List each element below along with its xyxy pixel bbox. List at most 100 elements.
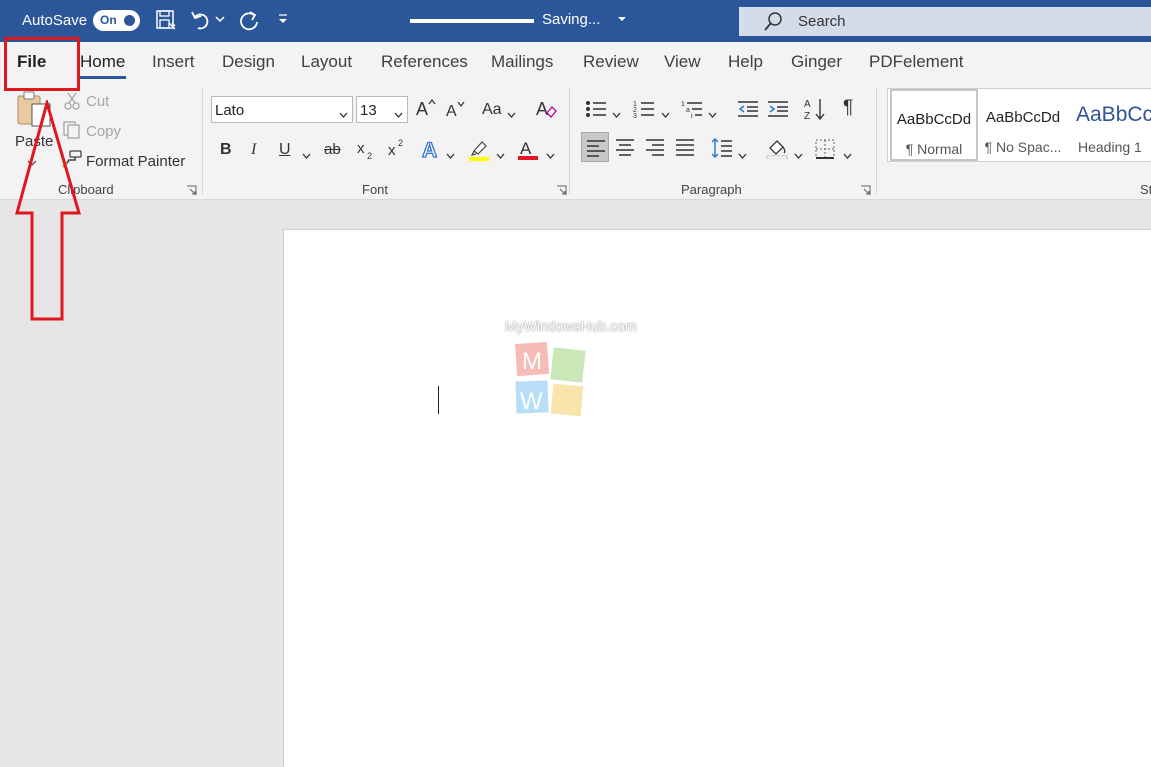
chevron-down-icon[interactable] bbox=[302, 147, 311, 165]
tab-pdfelement[interactable]: PDFelement bbox=[869, 52, 963, 72]
tab-home[interactable]: Home bbox=[80, 52, 125, 72]
style-sample: AaBbCc bbox=[1076, 103, 1151, 126]
tab-layout[interactable]: Layout bbox=[301, 52, 352, 72]
chevron-down-icon[interactable] bbox=[507, 106, 516, 124]
chevron-down-icon[interactable] bbox=[794, 147, 803, 165]
font-name-combobox[interactable]: Lato bbox=[211, 96, 353, 123]
tab-references[interactable]: References bbox=[381, 52, 468, 72]
search-placeholder: Search bbox=[798, 13, 846, 30]
style-name: ¶ No Spac... bbox=[984, 139, 1062, 155]
style-sample: AaBbCcDd bbox=[985, 109, 1061, 126]
chevron-down-icon bbox=[394, 106, 403, 124]
font-launcher-icon[interactable] bbox=[556, 183, 567, 195]
style-normal[interactable]: AaBbCcDd ¶ Normal bbox=[890, 89, 978, 161]
shrink-font-icon[interactable]: A bbox=[446, 100, 466, 125]
svg-text:i: i bbox=[691, 113, 693, 119]
text-cursor bbox=[438, 386, 439, 414]
italic-icon[interactable]: I bbox=[251, 141, 256, 159]
tab-help[interactable]: Help bbox=[728, 52, 763, 72]
watermark-letter-w: W bbox=[520, 388, 543, 415]
chevron-down-icon[interactable] bbox=[446, 147, 455, 165]
borders-icon[interactable] bbox=[815, 139, 835, 164]
paste-dropdown-icon[interactable] bbox=[27, 154, 37, 172]
clear-formatting-icon[interactable]: A bbox=[536, 98, 558, 125]
document-area[interactable]: MyWindowsHub.com M W bbox=[0, 200, 1151, 767]
undo-icon[interactable] bbox=[190, 9, 212, 36]
document-menu-dropdown-icon[interactable] bbox=[617, 12, 627, 31]
text-effects-icon[interactable]: A bbox=[421, 137, 443, 166]
save-icon[interactable] bbox=[155, 9, 177, 36]
svg-text:A: A bbox=[416, 99, 428, 118]
justify-icon[interactable] bbox=[675, 138, 695, 161]
bold-icon[interactable]: B bbox=[220, 141, 232, 159]
line-spacing-icon[interactable] bbox=[711, 137, 733, 164]
watermark-logo: MyWindowsHub.com M W bbox=[505, 318, 653, 430]
document-name-redacted bbox=[410, 19, 534, 23]
increase-indent-icon[interactable] bbox=[767, 99, 789, 124]
copy-icon[interactable] bbox=[63, 121, 81, 144]
copy-label: Copy bbox=[86, 123, 122, 140]
align-left-icon bbox=[586, 139, 606, 162]
font-size-combobox[interactable]: 13 bbox=[356, 96, 408, 123]
clipboard-launcher-icon[interactable] bbox=[186, 183, 197, 195]
tab-design[interactable]: Design bbox=[222, 52, 275, 72]
bullets-icon[interactable] bbox=[585, 99, 607, 124]
paste-button[interactable] bbox=[14, 90, 54, 135]
chevron-down-icon[interactable] bbox=[843, 147, 852, 165]
svg-text:a: a bbox=[686, 107, 690, 114]
group-divider bbox=[876, 88, 877, 194]
autosave-toggle[interactable]: On bbox=[93, 10, 140, 31]
sort-icon[interactable]: AZ bbox=[804, 97, 826, 126]
svg-text:A: A bbox=[804, 99, 811, 110]
show-formatting-marks-icon[interactable]: ¶ bbox=[843, 97, 853, 119]
subscript-icon[interactable]: x2 bbox=[357, 140, 375, 165]
font-color-icon[interactable]: A bbox=[517, 137, 539, 166]
paragraph-launcher-icon[interactable] bbox=[860, 183, 871, 195]
paragraph-group-label: Paragraph bbox=[681, 182, 742, 197]
underline-icon[interactable]: U bbox=[279, 141, 291, 159]
toggle-knob bbox=[124, 15, 135, 26]
align-left-button[interactable] bbox=[581, 132, 609, 162]
title-bar: AutoSave On Saving... Search bbox=[0, 0, 1151, 42]
customize-toolbar-icon[interactable] bbox=[276, 12, 290, 31]
align-right-icon[interactable] bbox=[645, 138, 665, 161]
change-case-button[interactable]: Aa bbox=[482, 101, 502, 119]
cut-icon[interactable] bbox=[64, 92, 80, 115]
tab-review[interactable]: Review bbox=[583, 52, 639, 72]
style-heading-1[interactable]: AaBbCc Heading 1 bbox=[1068, 89, 1151, 161]
chevron-down-icon[interactable] bbox=[738, 147, 747, 165]
chevron-down-icon[interactable] bbox=[546, 147, 555, 165]
redo-icon[interactable] bbox=[237, 9, 261, 38]
style-no-spacing[interactable]: AaBbCcDd ¶ No Spac... bbox=[978, 89, 1068, 161]
chevron-down-icon[interactable] bbox=[612, 106, 621, 124]
search-box[interactable]: Search bbox=[739, 7, 1151, 36]
multilevel-list-icon[interactable]: 1ai bbox=[681, 99, 703, 124]
superscript-icon[interactable]: x2 bbox=[388, 138, 406, 163]
chevron-down-icon[interactable] bbox=[661, 106, 670, 124]
shading-icon[interactable] bbox=[766, 137, 788, 164]
undo-dropdown-icon[interactable] bbox=[215, 12, 225, 31]
chevron-down-icon[interactable] bbox=[708, 106, 717, 124]
decrease-indent-icon[interactable] bbox=[737, 99, 759, 124]
strikethrough-icon[interactable]: ab bbox=[324, 141, 341, 158]
svg-text:A: A bbox=[536, 99, 548, 119]
align-center-icon[interactable] bbox=[615, 138, 635, 161]
tab-mailings[interactable]: Mailings bbox=[491, 52, 553, 72]
tab-view[interactable]: View bbox=[664, 52, 701, 72]
chevron-down-icon[interactable] bbox=[496, 147, 505, 165]
word-window: AutoSave On Saving... Search File Home I… bbox=[0, 0, 1151, 767]
highlight-color-icon[interactable] bbox=[468, 138, 490, 167]
styles-group-label: St bbox=[1140, 182, 1151, 197]
grow-font-icon[interactable]: A bbox=[416, 98, 436, 123]
tab-file[interactable]: File bbox=[0, 42, 80, 82]
tab-insert[interactable]: Insert bbox=[152, 52, 195, 72]
document-page[interactable]: MyWindowsHub.com M W bbox=[283, 229, 1151, 767]
format-painter-icon[interactable] bbox=[62, 150, 82, 173]
tab-ginger[interactable]: Ginger bbox=[791, 52, 842, 72]
svg-text:A: A bbox=[520, 139, 532, 158]
format-painter-label: Format Painter bbox=[86, 153, 186, 170]
svg-text:3: 3 bbox=[633, 113, 637, 119]
numbering-icon[interactable]: 123 bbox=[633, 99, 655, 124]
paste-label: Paste bbox=[15, 133, 54, 150]
tab-file-label: File bbox=[17, 52, 47, 71]
